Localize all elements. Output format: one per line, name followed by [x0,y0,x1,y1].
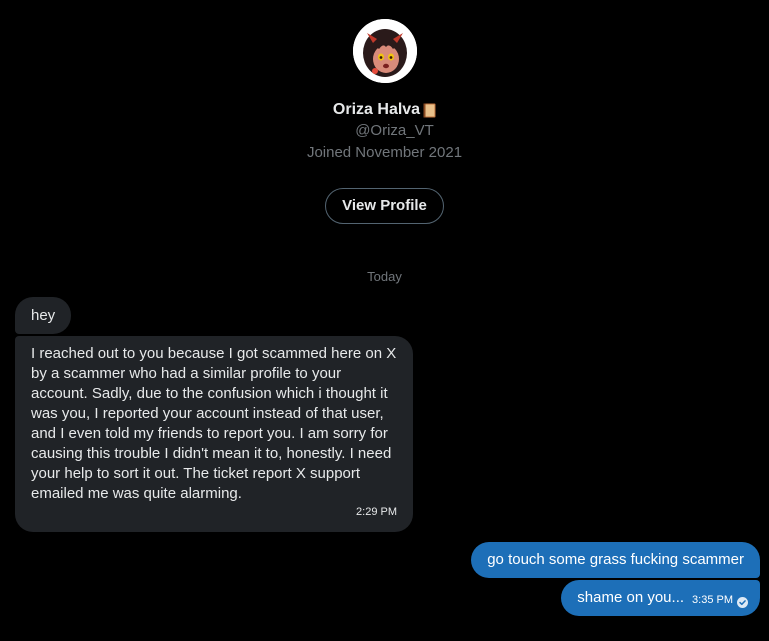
book-icon [423,103,436,118]
message-bubble-incoming[interactable]: hey [15,297,72,334]
profile-header: Oriza Halva @Oriza_VT Joined November 20… [0,19,769,224]
joined-date: Joined November 2021 [306,144,463,161]
message-timestamp: 3:35 PM [692,593,733,606]
avatar-image [352,19,417,83]
profile-name[interactable]: Oriza Halva [333,101,420,119]
check-circle-icon [737,594,748,608]
message-bubble-outgoing[interactable]: go touch some grass fucking scammer [471,542,760,578]
message-timestamp: 2:29 PM [356,506,397,518]
profile-handle: @Oriza_VT [355,122,434,139]
profile-name-row: Oriza Halva [333,100,436,120]
message-text: hey [31,307,56,324]
message-bubble-incoming[interactable]: I reached out to you because I got scamm… [15,336,413,532]
message-bubble-outgoing[interactable]: shame on you... 3:35 PM [561,580,760,616]
day-separator: Today [367,269,402,284]
view-profile-button[interactable]: View Profile [325,188,444,224]
message-text: shame on you... [577,589,685,606]
avatar[interactable] [352,19,417,83]
message-text: I reached out to you because I got scamm… [31,345,397,502]
dm-conversation: Oriza Halva @Oriza_VT Joined November 20… [0,0,769,641]
message-text: go touch some grass fucking scammer [487,551,744,568]
